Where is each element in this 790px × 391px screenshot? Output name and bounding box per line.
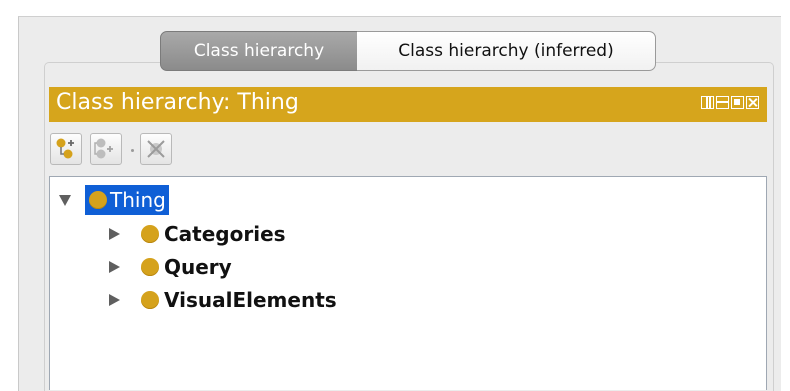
class-icon — [141, 258, 159, 276]
toolbar-separator — [131, 149, 134, 152]
split-vertical-icon[interactable] — [701, 96, 714, 109]
class-icon — [141, 291, 159, 309]
collapse-triangle-icon[interactable] — [59, 194, 71, 206]
tree-row-thing[interactable]: Thing — [59, 185, 169, 215]
node-label[interactable]: Query — [164, 255, 232, 279]
view-controls — [701, 96, 759, 112]
tab-class-hierarchy[interactable]: Class hierarchy — [160, 31, 358, 71]
delete-class-button[interactable] — [140, 133, 172, 165]
tab-label: Class hierarchy (inferred) — [398, 41, 614, 61]
expand-triangle-icon[interactable] — [109, 261, 120, 273]
class-tree[interactable]: Thing Categories Query VisualElements — [49, 176, 767, 390]
node-label[interactable]: Categories — [164, 222, 286, 246]
add-sibling-class-button[interactable] — [90, 133, 122, 165]
tree-row[interactable]: Categories — [109, 219, 286, 249]
node-label[interactable]: VisualElements — [164, 288, 337, 312]
tree-row[interactable]: Query — [109, 252, 232, 282]
add-sibling-class-icon — [94, 138, 113, 159]
window-top-strip — [0, 0, 790, 16]
view-title: Class hierarchy: Thing — [56, 90, 299, 115]
view-title-bar: Class hierarchy: Thing — [49, 87, 767, 122]
expand-triangle-icon[interactable] — [109, 228, 120, 240]
class-icon — [141, 225, 159, 243]
add-subclass-button[interactable] — [50, 133, 82, 165]
node-label: Thing — [110, 188, 166, 212]
selected-node[interactable]: Thing — [85, 185, 169, 215]
delete-class-icon — [147, 140, 165, 158]
maximize-icon[interactable] — [731, 96, 744, 109]
expand-triangle-icon[interactable] — [109, 294, 120, 306]
hierarchy-toolbar — [49, 122, 767, 176]
tab-class-hierarchy-inferred[interactable]: Class hierarchy (inferred) — [357, 31, 656, 71]
close-icon[interactable] — [746, 96, 759, 109]
tab-label: Class hierarchy — [193, 41, 325, 61]
split-horizontal-icon[interactable] — [716, 96, 729, 109]
class-icon — [89, 191, 107, 209]
add-subclass-icon — [56, 138, 74, 159]
tree-row[interactable]: VisualElements — [109, 285, 337, 315]
